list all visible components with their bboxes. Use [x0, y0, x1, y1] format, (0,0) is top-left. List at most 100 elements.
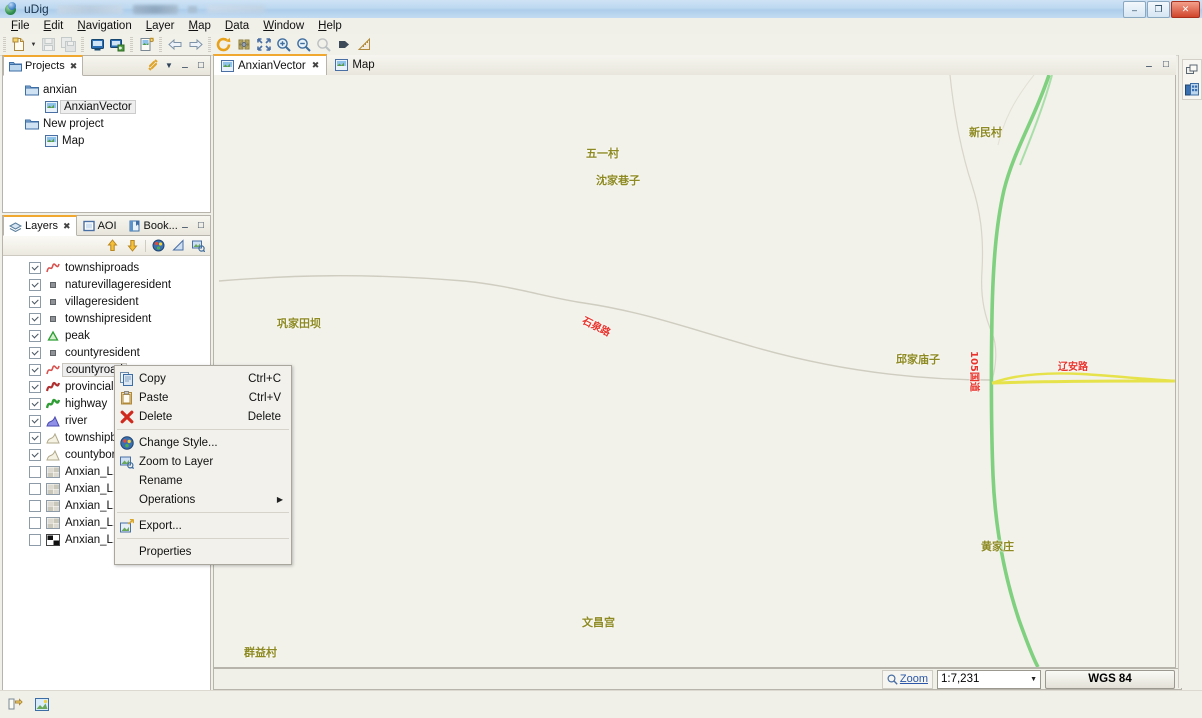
map-tree-node[interactable]: Map: [3, 132, 210, 149]
context-menu-item-paste[interactable]: Paste Ctrl+V: [115, 388, 291, 407]
context-menu-item-operations[interactable]: Operations ▶: [115, 490, 291, 509]
tab-bookmarks[interactable]: Book...: [123, 216, 184, 235]
minimize-view-icon[interactable]: ⚊: [179, 59, 191, 71]
tab-projects-close-icon[interactable]: ✖: [70, 61, 78, 72]
map-editor-controls[interactable]: ⚊ ☐: [1143, 58, 1172, 70]
projects-tree[interactable]: anxian AnxianVector New project Map: [3, 76, 210, 212]
measure-icon[interactable]: [354, 36, 374, 54]
zoom-out-icon[interactable]: [294, 36, 314, 54]
main-toolbar[interactable]: ▼: [0, 34, 1202, 56]
tab-layers-close-icon[interactable]: ✖: [63, 221, 71, 232]
maximize-view-icon[interactable]: ☐: [195, 219, 207, 231]
forward-arrow-icon[interactable]: [185, 36, 205, 54]
refresh-icon[interactable]: [214, 36, 234, 54]
layer-visibility-checkbox[interactable]: [29, 295, 41, 308]
catalog-icon[interactable]: [1185, 82, 1199, 96]
minimize-view-icon[interactable]: ⚊: [179, 219, 191, 231]
layer-list-item[interactable]: peak: [3, 327, 210, 344]
move-down-icon[interactable]: [125, 238, 140, 253]
layers-view-tabbar[interactable]: Layers ✖ AOI Book... ⚊ ☐: [3, 215, 210, 236]
layer-visibility-checkbox[interactable]: [29, 533, 41, 546]
menu-navigation[interactable]: Navigation: [70, 19, 138, 33]
layer-visibility-checkbox[interactable]: [29, 346, 41, 359]
project-tree-node[interactable]: New project: [3, 115, 210, 132]
tab-anxianvector-close-icon[interactable]: ✖: [312, 60, 320, 71]
layer-list-item[interactable]: townshipresident: [3, 310, 210, 327]
layer-visibility-checkbox[interactable]: [29, 414, 41, 427]
back-arrow-icon[interactable]: [165, 36, 185, 54]
zoom-status[interactable]: Zoom: [881, 669, 933, 689]
layer-visibility-checkbox[interactable]: [29, 431, 41, 444]
menu-bar[interactable]: File Edit Navigation Layer Map Data Window Help: [0, 18, 1202, 35]
window-controls[interactable]: – ❐ ✕: [1123, 1, 1200, 18]
menu-edit[interactable]: Edit: [37, 19, 71, 33]
zoom-to-layer-icon[interactable]: [191, 238, 206, 253]
context-menu-item-copy[interactable]: Copy Ctrl+C: [115, 369, 291, 388]
layers-toolbar[interactable]: [3, 236, 210, 256]
maximize-view-icon[interactable]: ☐: [195, 59, 207, 71]
context-menu-item-zoom-to-layer[interactable]: Zoom to Layer: [115, 452, 291, 471]
projects-view-tabbar[interactable]: Projects ✖ ▼ ⚊ ☐: [3, 55, 210, 76]
layer-visibility-checkbox[interactable]: [29, 329, 41, 342]
layer-visibility-checkbox[interactable]: [29, 363, 41, 376]
link-with-editor-icon[interactable]: [147, 59, 159, 71]
layer-visibility-checkbox[interactable]: [29, 482, 41, 495]
menu-file[interactable]: File: [4, 19, 37, 33]
projects-view-tools[interactable]: ▼ ⚊ ☐: [147, 59, 207, 71]
context-menu-item-delete[interactable]: Delete Delete: [115, 407, 291, 426]
map-tree-node[interactable]: AnxianVector: [3, 98, 210, 115]
maximize-editor-icon[interactable]: ☐: [1160, 58, 1172, 70]
progress-icon[interactable]: [6, 696, 23, 713]
layer-list-item[interactable]: townshiproads: [3, 259, 210, 276]
map-editor-tabbar[interactable]: AnxianVector ✖ Map ⚊ ☐: [213, 54, 1176, 76]
menu-help[interactable]: Help: [311, 19, 349, 33]
context-menu-item-change-style[interactable]: Change Style...: [115, 433, 291, 452]
toolbar-grip[interactable]: [3, 36, 6, 53]
menu-window[interactable]: Window: [256, 19, 311, 33]
layer-visibility-checkbox[interactable]: [29, 278, 41, 291]
project-tree-node[interactable]: anxian: [3, 81, 210, 98]
layer-visibility-checkbox[interactable]: [29, 499, 41, 512]
chevron-down-icon[interactable]: ▼: [1030, 676, 1037, 683]
style-icon[interactable]: [151, 238, 166, 253]
context-menu-item-rename[interactable]: Rename: [115, 471, 291, 490]
restore-view-icon[interactable]: [1185, 63, 1199, 77]
new-dropdown-arrow-icon[interactable]: ▼: [29, 36, 38, 54]
layer-visibility-checkbox[interactable]: [29, 380, 41, 393]
scale-combobox[interactable]: 1:7,231 ▼: [937, 669, 1041, 689]
add-layer-from-file-icon[interactable]: [107, 36, 127, 54]
new-map-icon[interactable]: [136, 36, 156, 54]
filter-icon[interactable]: [171, 238, 186, 253]
layer-visibility-checkbox[interactable]: [29, 261, 41, 274]
toolbar-grip-5[interactable]: [208, 36, 211, 53]
toolbar-grip-4[interactable]: [159, 36, 162, 53]
add-layer-icon[interactable]: [87, 36, 107, 54]
map-canvas[interactable]: 五一村 沈家巷子 新民村 巩家田坝 邱家庙子 黄家庄 文昌宫 群益村 辽安路 105国道 石泉路: [213, 75, 1176, 668]
menu-data[interactable]: Data: [218, 19, 256, 33]
view-menu-icon[interactable]: ▼: [163, 59, 175, 71]
maximize-button[interactable]: ❐: [1147, 1, 1170, 18]
context-menu-item-properties[interactable]: Properties: [115, 542, 291, 561]
toolbar-grip-2[interactable]: [81, 36, 84, 53]
tab-layers[interactable]: Layers ✖: [3, 215, 77, 236]
tab-projects[interactable]: Projects ✖: [3, 55, 84, 76]
pan-icon[interactable]: [234, 36, 254, 54]
close-button[interactable]: ✕: [1171, 1, 1200, 18]
menu-map[interactable]: Map: [182, 19, 218, 33]
toolbar-grip-3[interactable]: [130, 36, 133, 53]
right-rail-box[interactable]: [1182, 59, 1202, 100]
tab-map[interactable]: Map: [327, 54, 382, 75]
minimize-editor-icon[interactable]: ⚊: [1143, 58, 1155, 70]
layer-visibility-checkbox[interactable]: [29, 397, 41, 410]
save-all-icon[interactable]: [58, 36, 78, 54]
layer-list-item[interactable]: naturevillageresident: [3, 276, 210, 293]
zoom-label[interactable]: Zoom: [900, 673, 928, 685]
menu-layer[interactable]: Layer: [139, 19, 182, 33]
zoom-in-icon[interactable]: [274, 36, 294, 54]
new-icon[interactable]: [9, 36, 29, 54]
zoom-extent-icon[interactable]: [254, 36, 274, 54]
right-minimized-rail[interactable]: [1178, 55, 1202, 688]
context-menu-item-export[interactable]: Export...: [115, 516, 291, 535]
layer-visibility-checkbox[interactable]: [29, 312, 41, 325]
map-status-bar[interactable]: Zoom 1:7,231 ▼ WGS 84: [213, 668, 1182, 690]
